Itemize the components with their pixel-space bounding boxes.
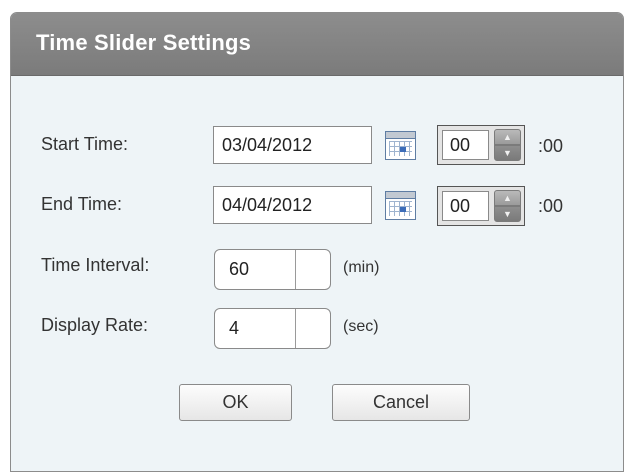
end-hour-down-icon[interactable]: ▼ <box>494 206 521 222</box>
display-rate-value[interactable]: 4 <box>229 318 239 339</box>
time-interval-label: Time Interval: <box>41 255 150 275</box>
end-calendar-icon[interactable] <box>385 191 416 220</box>
start-date-input[interactable]: 03/04/2012 <box>213 126 372 164</box>
time-slider-settings-dialog: Time Slider Settings Start Time: 03/04/2… <box>10 12 624 472</box>
display-rate-stepper[interactable]: 4 <box>214 308 331 349</box>
cancel-button[interactable]: Cancel <box>332 384 470 421</box>
start-hour-down-icon[interactable]: ▼ <box>494 145 521 161</box>
time-interval-stepper[interactable]: 60 <box>214 249 331 290</box>
start-hour-up-icon[interactable]: ▲ <box>494 129 521 145</box>
dialog-title: Time Slider Settings <box>36 30 252 55</box>
end-hour-spinner[interactable]: 00 ▲ ▼ <box>437 186 525 226</box>
ok-button[interactable]: OK <box>179 384 292 421</box>
end-time-label: End Time: <box>41 194 123 214</box>
display-rate-label: Display Rate: <box>41 315 149 335</box>
display-rate-unit: (sec) <box>343 318 379 335</box>
end-minutes-suffix: :00 <box>538 196 564 216</box>
end-hour-up-icon[interactable]: ▲ <box>494 190 521 206</box>
start-calendar-icon[interactable] <box>385 131 416 160</box>
stepper-divider <box>295 309 296 348</box>
start-hour-field[interactable]: 00 <box>442 130 489 160</box>
stepper-divider <box>295 250 296 289</box>
time-interval-unit: (min) <box>343 259 380 276</box>
time-interval-value[interactable]: 60 <box>229 259 249 280</box>
start-minutes-suffix: :00 <box>538 136 564 156</box>
end-date-input[interactable]: 04/04/2012 <box>213 186 372 224</box>
start-time-label: Start Time: <box>41 134 129 154</box>
dialog-titlebar[interactable]: Time Slider Settings <box>11 13 623 76</box>
start-hour-spinner[interactable]: 00 ▲ ▼ <box>437 125 525 165</box>
end-hour-field[interactable]: 00 <box>442 191 489 221</box>
